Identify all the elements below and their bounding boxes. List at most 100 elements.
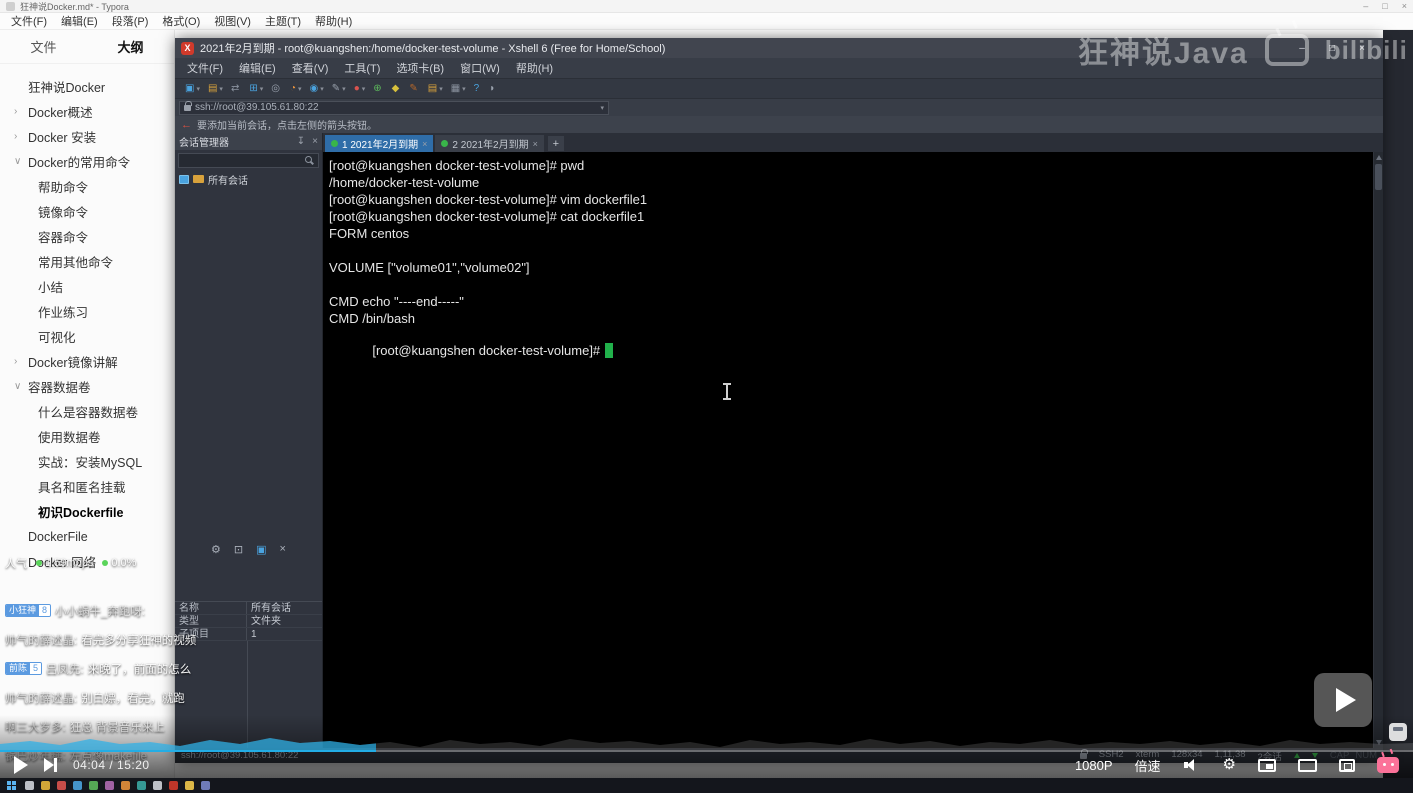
outline-item[interactable]: 容器命令 bbox=[0, 224, 174, 249]
outline-item[interactable]: 可视化 bbox=[0, 324, 174, 349]
annotation-brush-icon[interactable] bbox=[1389, 723, 1407, 741]
taskbar-app-icon[interactable] bbox=[89, 781, 98, 790]
quality-button[interactable]: 1080P bbox=[1075, 758, 1113, 773]
session-search-input[interactable] bbox=[178, 153, 319, 168]
bilibili-tv-icon[interactable] bbox=[1377, 757, 1399, 773]
menu-item[interactable]: 主题(T) bbox=[258, 13, 308, 29]
scrollbar-thumb[interactable] bbox=[1375, 164, 1382, 190]
layout-icon[interactable]: ▦ ▾ bbox=[447, 81, 470, 97]
menu-item[interactable]: 文件(F) bbox=[179, 60, 231, 76]
taskbar-search-icon[interactable] bbox=[25, 781, 34, 790]
widescreen-icon[interactable] bbox=[1298, 758, 1317, 772]
pip-icon[interactable] bbox=[1258, 758, 1276, 772]
lock-icon[interactable]: ◆ bbox=[388, 81, 406, 97]
taskbar-app-icon[interactable] bbox=[105, 781, 114, 790]
outline-item[interactable]: › Docker镜像讲解 bbox=[0, 349, 174, 374]
menu-item[interactable]: 查看(V) bbox=[284, 60, 337, 76]
outline-item[interactable]: 实战：安装MySQL bbox=[0, 449, 174, 474]
pin-icon[interactable]: ↧ bbox=[297, 136, 305, 147]
folder-icon[interactable]: ▤ ▾ bbox=[424, 81, 447, 97]
outline-item[interactable]: 常用其他命令 bbox=[0, 249, 174, 274]
outline-item[interactable]: 具名和匿名挂载 bbox=[0, 474, 174, 499]
taskbar-app-icon[interactable] bbox=[121, 781, 130, 790]
chevron-icon[interactable]: ∨ bbox=[14, 156, 26, 167]
maximize-button[interactable]: □ bbox=[1382, 1, 1387, 11]
outline-item[interactable]: 什么是容器数据卷 bbox=[0, 399, 174, 424]
help-icon[interactable]: ? bbox=[470, 81, 486, 97]
outline-item[interactable]: 帮助命令 bbox=[0, 174, 174, 199]
terminal[interactable]: [root@kuangshen docker-test-volume]# pwd… bbox=[323, 152, 1383, 748]
compose-icon[interactable]: ✎ ▾ bbox=[328, 81, 350, 97]
playback-speed-button[interactable]: 倍速 bbox=[1135, 756, 1161, 775]
menu-item[interactable]: 帮助(H) bbox=[308, 13, 359, 29]
next-episode-button[interactable] bbox=[44, 758, 57, 772]
taskbar-app-icon[interactable] bbox=[169, 781, 178, 790]
sidebar-tab[interactable]: 大纲 bbox=[87, 37, 174, 56]
chevron-icon[interactable]: › bbox=[14, 356, 26, 367]
taskbar-app-icon[interactable] bbox=[57, 781, 66, 790]
menu-item[interactable]: 视图(V) bbox=[207, 13, 258, 29]
menu-item[interactable]: 文件(F) bbox=[4, 13, 54, 29]
find-icon[interactable]: ◎ bbox=[267, 81, 286, 97]
outline-item[interactable]: 小结 bbox=[0, 274, 174, 299]
dashboard-icon[interactable]: ◔ ▾ bbox=[286, 81, 306, 97]
close-icon[interactable]: × bbox=[280, 543, 286, 555]
outline-item[interactable]: 镜像命令 bbox=[0, 199, 174, 224]
close-button[interactable]: × bbox=[1402, 1, 1407, 11]
taskbar-app-icon[interactable] bbox=[185, 781, 194, 790]
chevron-icon[interactable]: ∨ bbox=[14, 381, 26, 392]
terminal-scrollbar[interactable] bbox=[1373, 152, 1383, 748]
outline-item[interactable]: ∨ 容器数据卷 bbox=[0, 374, 174, 399]
volume-icon[interactable] bbox=[1183, 757, 1201, 773]
maximize-button[interactable]: □ bbox=[1317, 43, 1347, 54]
open-session-icon[interactable]: ▤ ▾ bbox=[204, 81, 227, 97]
chevron-icon[interactable]: › bbox=[14, 106, 26, 117]
reconnect-icon[interactable]: ⇄ bbox=[227, 81, 245, 97]
menu-item[interactable]: 编辑(E) bbox=[54, 13, 105, 29]
menu-item[interactable]: 工具(T) bbox=[336, 60, 388, 76]
outline-item[interactable]: 狂神说Docker bbox=[0, 74, 174, 99]
menu-item[interactable]: 段落(P) bbox=[105, 13, 156, 29]
taskbar-app-icon[interactable] bbox=[137, 781, 146, 790]
taskbar-app-icon[interactable] bbox=[201, 781, 210, 790]
new-tab-button[interactable]: + bbox=[547, 136, 564, 151]
minimize-button[interactable]: – bbox=[1287, 43, 1317, 54]
outline-item[interactable]: DockerFile bbox=[0, 524, 174, 549]
marker-icon[interactable]: ✎ bbox=[405, 81, 423, 97]
minimize-button[interactable]: – bbox=[1363, 1, 1368, 11]
record-icon[interactable]: ● ▾ bbox=[350, 81, 370, 97]
duplicate-tab-icon[interactable]: ⊞ ▾ bbox=[245, 81, 267, 97]
lock-icon[interactable]: ⊡ bbox=[234, 543, 243, 556]
network-icon[interactable]: ◉ ▾ bbox=[306, 81, 328, 97]
fullscreen-arrows-icon[interactable]: ⊕ bbox=[369, 81, 387, 97]
scroll-down-icon[interactable] bbox=[1376, 740, 1382, 745]
close-icon[interactable]: × bbox=[312, 136, 318, 147]
sidebar-tab[interactable]: 文件 bbox=[0, 37, 87, 56]
tab-close-icon[interactable]: × bbox=[533, 139, 538, 149]
session-tree-root[interactable]: 所有会话 bbox=[175, 170, 322, 188]
outline-item[interactable]: 作业练习 bbox=[0, 299, 174, 324]
fullscreen-icon[interactable] bbox=[1339, 758, 1355, 772]
menu-item[interactable]: 格式(O) bbox=[155, 13, 207, 29]
terminal-tab[interactable]: 2 2021年2月到期 × bbox=[435, 135, 544, 152]
outline-item[interactable]: 初识Dockerfile bbox=[0, 499, 174, 524]
start-button-icon[interactable] bbox=[7, 781, 11, 785]
settings-gear-icon[interactable]: ⚙ bbox=[1223, 757, 1236, 773]
address-input[interactable]: ssh://root@39.105.61.80:22 ▾ bbox=[179, 100, 609, 115]
menu-item[interactable]: 选项卡(B) bbox=[388, 60, 452, 76]
taskbar-app-icon[interactable] bbox=[41, 781, 50, 790]
close-button[interactable]: × bbox=[1347, 43, 1377, 54]
outline-item[interactable]: › Docker 安装 bbox=[0, 124, 174, 149]
chevron-down-icon[interactable]: ▾ bbox=[600, 104, 604, 112]
tab-close-icon[interactable]: × bbox=[422, 139, 427, 149]
terminal-tab[interactable]: 1 2021年2月到期 × bbox=[325, 135, 434, 152]
outline-item[interactable]: › Docker概述 bbox=[0, 99, 174, 124]
settings-icon[interactable]: ⚙ bbox=[211, 543, 221, 556]
layout-icon[interactable]: ▣ bbox=[256, 543, 266, 556]
chevron-icon[interactable]: › bbox=[14, 131, 26, 142]
outline-item[interactable]: ∨ Docker的常用命令 bbox=[0, 149, 174, 174]
menu-item[interactable]: 帮助(H) bbox=[508, 60, 561, 76]
new-session-icon[interactable]: ▣ ▾ bbox=[181, 81, 204, 97]
outline-item[interactable]: 使用数据卷 bbox=[0, 424, 174, 449]
menu-item[interactable]: 窗口(W) bbox=[452, 60, 508, 76]
